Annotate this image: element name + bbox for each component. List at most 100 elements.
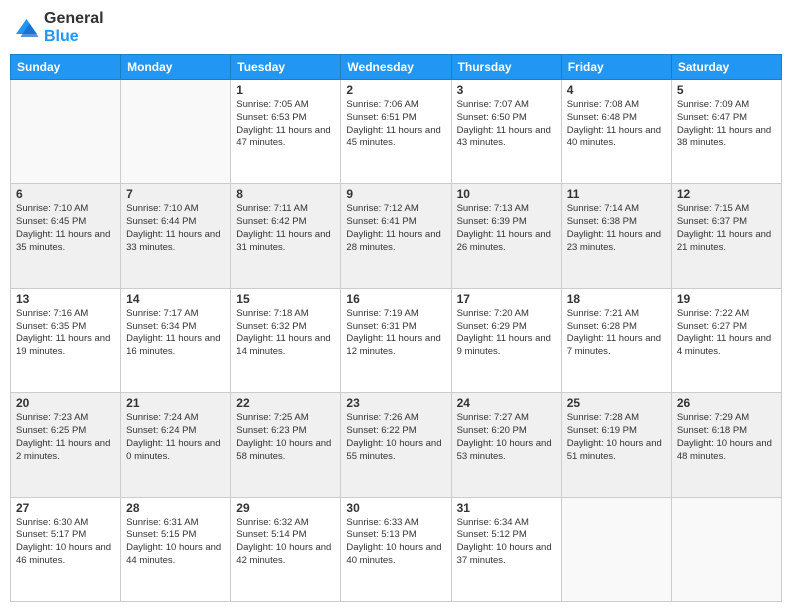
day-number: 13 (16, 292, 115, 306)
calendar-cell (121, 80, 231, 184)
calendar-cell: 28Sunrise: 6:31 AM Sunset: 5:15 PM Dayli… (121, 497, 231, 601)
day-info: Sunrise: 7:14 AM Sunset: 6:38 PM Dayligh… (567, 203, 666, 254)
day-number: 18 (567, 292, 666, 306)
day-info: Sunrise: 7:07 AM Sunset: 6:50 PM Dayligh… (457, 99, 556, 150)
calendar: SundayMondayTuesdayWednesdayThursdayFrid… (10, 54, 782, 602)
calendar-cell: 6 Sunrise: 7:10 AM Sunset: 6:45 PM Daylig… (11, 184, 121, 288)
day-number: 10 (457, 187, 556, 201)
day-info: Sunrise: 7:19 AM Sunset: 6:31 PM Dayligh… (346, 308, 445, 359)
calendar-header-tuesday: Tuesday (231, 55, 341, 80)
day-number: 19 (677, 292, 776, 306)
calendar-cell: 22 Sunrise: 7:25 AM Sunset: 6:23 PM Dayli… (231, 393, 341, 497)
calendar-header-saturday: Saturday (671, 55, 781, 80)
day-number: 6 (16, 187, 115, 201)
day-number: 30 (346, 501, 445, 515)
day-number: 24 (457, 396, 556, 410)
calendar-cell: 14 Sunrise: 7:17 AM Sunset: 6:34 PM Dayli… (121, 288, 231, 392)
day-number: 21 (126, 396, 225, 410)
page: General Blue SundayMondayTuesdayWednesda… (0, 0, 792, 612)
calendar-cell (11, 80, 121, 184)
day-number: 22 (236, 396, 335, 410)
day-number: 14 (126, 292, 225, 306)
calendar-cell: 2Sunrise: 7:06 AM Sunset: 6:51 PM Daylig… (341, 80, 451, 184)
day-info: Sunrise: 7:18 AM Sunset: 6:32 PM Dayligh… (236, 308, 335, 359)
day-info: Sunrise: 7:22 AM Sunset: 6:27 PM Dayligh… (677, 308, 776, 359)
day-info: Sunrise: 7:11 AM Sunset: 6:42 PM Dayligh… (236, 203, 335, 254)
calendar-cell: 23 Sunrise: 7:26 AM Sunset: 6:22 PM Dayli… (341, 393, 451, 497)
day-number: 27 (16, 501, 115, 515)
calendar-header-wednesday: Wednesday (341, 55, 451, 80)
day-info: Sunrise: 6:32 AM Sunset: 5:14 PM Dayligh… (236, 517, 335, 568)
day-info: Sunrise: 7:09 AM Sunset: 6:47 PM Dayligh… (677, 99, 776, 150)
calendar-header-thursday: Thursday (451, 55, 561, 80)
calendar-cell: 4 Sunrise: 7:08 AM Sunset: 6:48 PM Daylig… (561, 80, 671, 184)
calendar-cell: 30 Sunrise: 6:33 AM Sunset: 5:13 PM Dayli… (341, 497, 451, 601)
day-info: Sunrise: 7:23 AM Sunset: 6:25 PM Dayligh… (16, 412, 115, 463)
calendar-cell: 21 Sunrise: 7:24 AM Sunset: 6:24 PM Dayli… (121, 393, 231, 497)
calendar-header-monday: Monday (121, 55, 231, 80)
calendar-cell: 8 Sunrise: 7:11 AM Sunset: 6:42 PM Daylig… (231, 184, 341, 288)
day-info: Sunrise: 6:33 AM Sunset: 5:13 PM Dayligh… (346, 517, 445, 568)
calendar-cell: 16 Sunrise: 7:19 AM Sunset: 6:31 PM Dayli… (341, 288, 451, 392)
calendar-week-1: 1 Sunrise: 7:05 AM Sunset: 6:53 PM Daylig… (11, 80, 782, 184)
calendar-cell: 25 Sunrise: 7:28 AM Sunset: 6:19 PM Dayli… (561, 393, 671, 497)
day-number: 17 (457, 292, 556, 306)
calendar-cell: 13 Sunrise: 7:16 AM Sunset: 6:35 PM Dayli… (11, 288, 121, 392)
calendar-cell: 1 Sunrise: 7:05 AM Sunset: 6:53 PM Daylig… (231, 80, 341, 184)
day-info: Sunrise: 7:15 AM Sunset: 6:37 PM Dayligh… (677, 203, 776, 254)
day-info: Sunrise: 7:16 AM Sunset: 6:35 PM Dayligh… (16, 308, 115, 359)
day-info: Sunrise: 7:28 AM Sunset: 6:19 PM Dayligh… (567, 412, 666, 463)
logo-text: General Blue (44, 10, 104, 46)
logo-icon (10, 13, 40, 43)
day-number: 15 (236, 292, 335, 306)
calendar-header-sunday: Sunday (11, 55, 121, 80)
calendar-week-2: 6 Sunrise: 7:10 AM Sunset: 6:45 PM Daylig… (11, 184, 782, 288)
day-info: Sunrise: 7:10 AM Sunset: 6:44 PM Dayligh… (126, 203, 225, 254)
calendar-cell (561, 497, 671, 601)
day-info: Sunrise: 7:20 AM Sunset: 6:29 PM Dayligh… (457, 308, 556, 359)
calendar-week-5: 27 Sunrise: 6:30 AM Sunset: 5:17 PM Dayli… (11, 497, 782, 601)
day-info: Sunrise: 7:12 AM Sunset: 6:41 PM Dayligh… (346, 203, 445, 254)
day-info: Sunrise: 7:21 AM Sunset: 6:28 PM Dayligh… (567, 308, 666, 359)
day-number: 11 (567, 187, 666, 201)
logo: General Blue (10, 10, 104, 46)
calendar-week-3: 13 Sunrise: 7:16 AM Sunset: 6:35 PM Dayli… (11, 288, 782, 392)
day-number: 12 (677, 187, 776, 201)
day-info: Sunrise: 7:17 AM Sunset: 6:34 PM Dayligh… (126, 308, 225, 359)
day-info: Sunrise: 7:10 AM Sunset: 6:45 PM Dayligh… (16, 203, 115, 254)
day-info: Sunrise: 7:26 AM Sunset: 6:22 PM Dayligh… (346, 412, 445, 463)
calendar-cell: 5Sunrise: 7:09 AM Sunset: 6:47 PM Daylig… (671, 80, 781, 184)
calendar-cell: 10 Sunrise: 7:13 AM Sunset: 6:39 PM Dayli… (451, 184, 561, 288)
calendar-header-row: SundayMondayTuesdayWednesdayThursdayFrid… (11, 55, 782, 80)
day-info: Sunrise: 7:13 AM Sunset: 6:39 PM Dayligh… (457, 203, 556, 254)
day-number: 31 (457, 501, 556, 515)
calendar-cell: 9Sunrise: 7:12 AM Sunset: 6:41 PM Daylig… (341, 184, 451, 288)
calendar-cell: 18 Sunrise: 7:21 AM Sunset: 6:28 PM Dayli… (561, 288, 671, 392)
day-info: Sunrise: 7:06 AM Sunset: 6:51 PM Dayligh… (346, 99, 445, 150)
day-info: Sunrise: 7:08 AM Sunset: 6:48 PM Dayligh… (567, 99, 666, 150)
calendar-cell: 29 Sunrise: 6:32 AM Sunset: 5:14 PM Dayli… (231, 497, 341, 601)
calendar-cell: 27 Sunrise: 6:30 AM Sunset: 5:17 PM Dayli… (11, 497, 121, 601)
calendar-cell: 17 Sunrise: 7:20 AM Sunset: 6:29 PM Dayli… (451, 288, 561, 392)
header: General Blue (10, 10, 782, 46)
day-info: Sunrise: 6:31 AM Sunset: 5:15 PM Dayligh… (126, 517, 225, 568)
day-info: Sunrise: 6:30 AM Sunset: 5:17 PM Dayligh… (16, 517, 115, 568)
calendar-cell (671, 497, 781, 601)
day-info: Sunrise: 7:24 AM Sunset: 6:24 PM Dayligh… (126, 412, 225, 463)
day-number: 29 (236, 501, 335, 515)
day-number: 25 (567, 396, 666, 410)
day-number: 23 (346, 396, 445, 410)
calendar-header-friday: Friday (561, 55, 671, 80)
day-info: Sunrise: 7:05 AM Sunset: 6:53 PM Dayligh… (236, 99, 335, 150)
calendar-cell: 11 Sunrise: 7:14 AM Sunset: 6:38 PM Dayli… (561, 184, 671, 288)
day-info: Sunrise: 7:29 AM Sunset: 6:18 PM Dayligh… (677, 412, 776, 463)
day-number: 4 (567, 83, 666, 97)
calendar-cell: 24Sunrise: 7:27 AM Sunset: 6:20 PM Dayli… (451, 393, 561, 497)
day-number: 3 (457, 83, 556, 97)
day-info: Sunrise: 7:25 AM Sunset: 6:23 PM Dayligh… (236, 412, 335, 463)
day-number: 1 (236, 83, 335, 97)
calendar-cell: 12 Sunrise: 7:15 AM Sunset: 6:37 PM Dayli… (671, 184, 781, 288)
day-number: 16 (346, 292, 445, 306)
day-number: 8 (236, 187, 335, 201)
day-info: Sunrise: 6:34 AM Sunset: 5:12 PM Dayligh… (457, 517, 556, 568)
